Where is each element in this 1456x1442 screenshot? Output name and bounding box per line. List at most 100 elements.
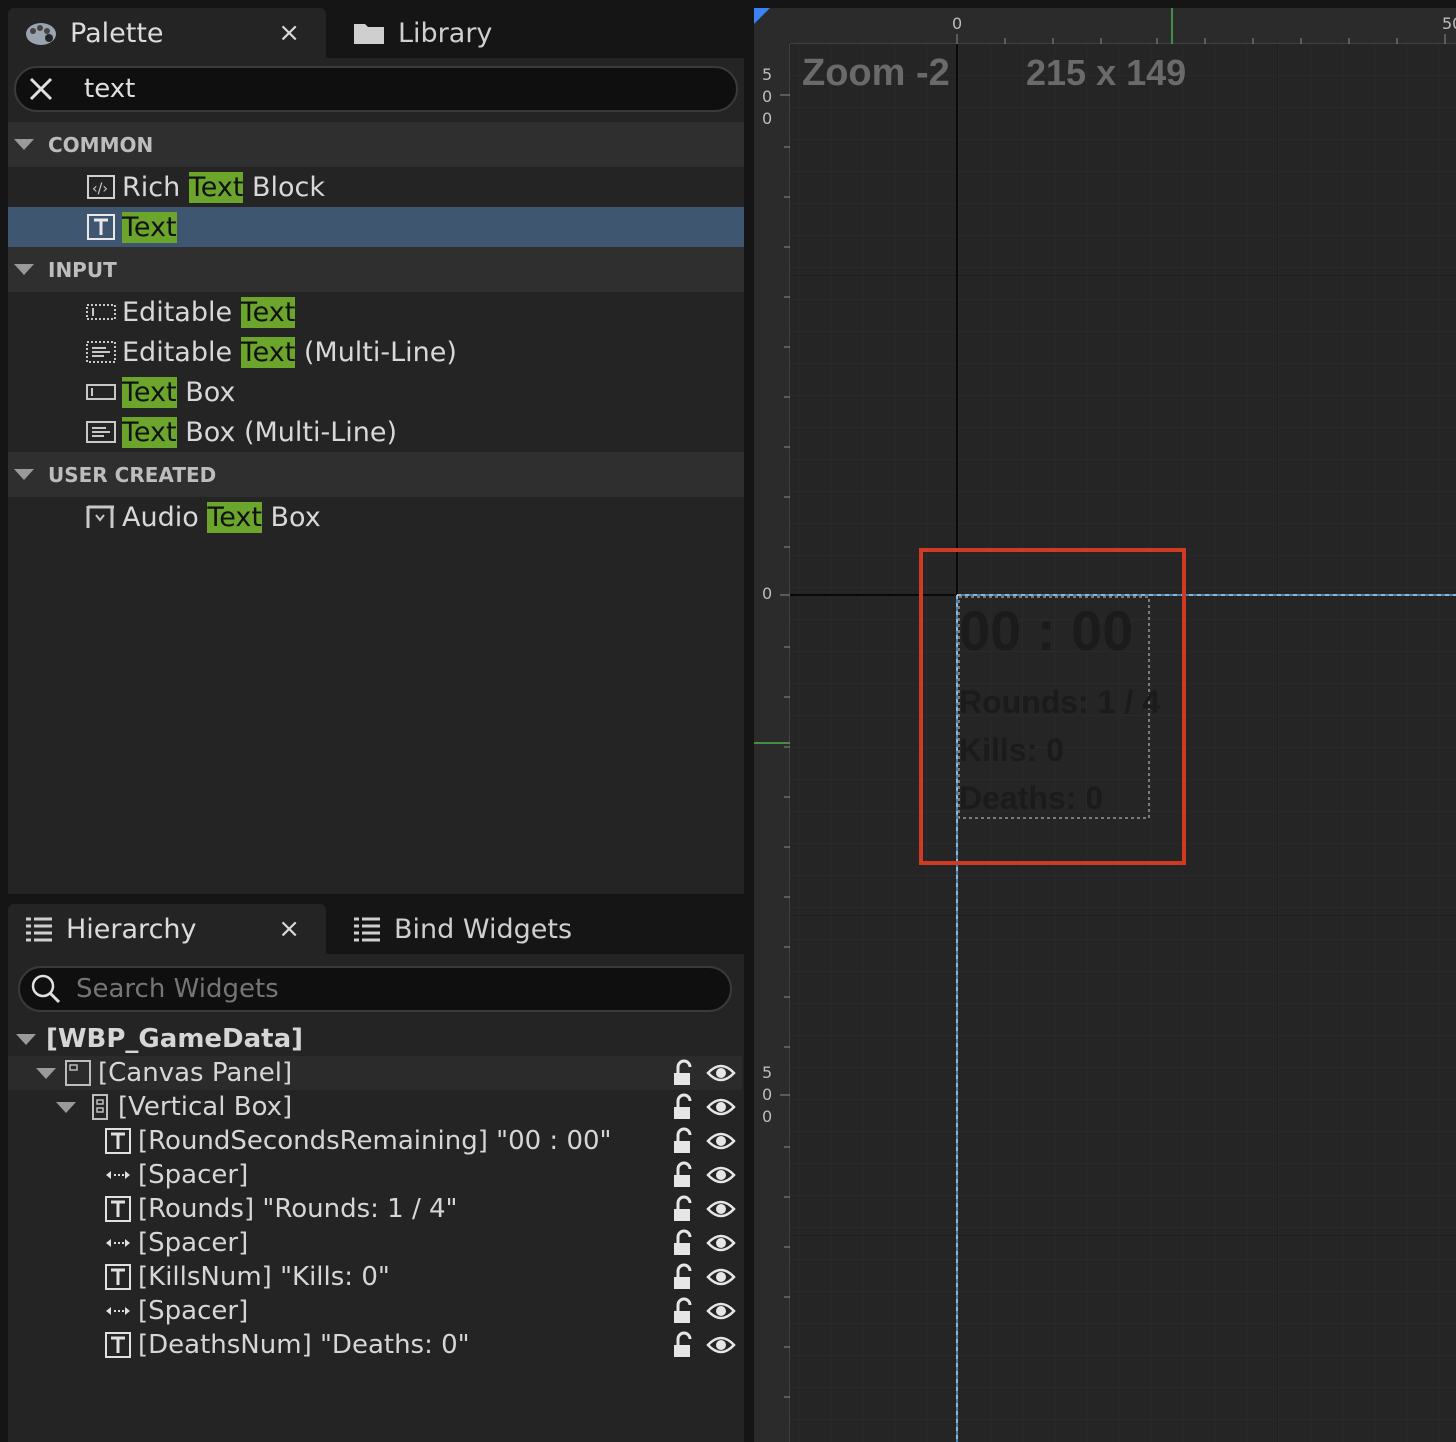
tab-hierarchy[interactable]: Hierarchy × — [8, 904, 326, 954]
designer-canvas[interactable]: 0 50 — [754, 8, 1456, 1442]
folder-icon — [354, 24, 384, 44]
eye-icon[interactable] — [706, 1197, 736, 1221]
tree-row-root[interactable]: [WBP_GameData] — [8, 1022, 742, 1056]
palette-tabbar: Palette × Library — [0, 0, 752, 60]
palette-item-rich-text-block[interactable]: ‹/› Rich Text Block — [8, 167, 744, 207]
tree-row-kills[interactable]: [KillsNum] "Kills: 0" — [8, 1260, 742, 1294]
left-column: Palette × Library text COMMON ‹/› Rich T… — [0, 0, 752, 1442]
tree-row-label: [Spacer] — [138, 1160, 249, 1190]
audio-text-box-icon — [86, 505, 114, 528]
tree-row-round-seconds[interactable]: [RoundSecondsRemaining] "00 : 00" — [8, 1124, 742, 1158]
close-icon[interactable]: × — [278, 914, 300, 944]
unlock-icon[interactable] — [670, 1161, 696, 1189]
vertical-box-icon — [92, 1094, 108, 1120]
ruler-top-label: 50 — [1442, 14, 1456, 33]
preview-kills[interactable]: Kills: 0 — [959, 732, 1064, 769]
text-icon — [105, 1264, 131, 1290]
rich-text-icon: ‹/› — [87, 175, 115, 199]
tree-row-deaths[interactable]: [DeathsNum] "Deaths: 0" — [8, 1328, 742, 1362]
tree-row-label: [Vertical Box] — [118, 1092, 293, 1122]
editable-text-icon — [86, 304, 116, 320]
unlock-icon[interactable] — [670, 1229, 696, 1257]
bind-widgets-icon — [354, 917, 380, 942]
category-common[interactable]: COMMON — [8, 122, 744, 167]
ruler-top: 0 50 — [790, 8, 1456, 44]
spacer-icon — [106, 1307, 130, 1315]
tree-row-label: [KillsNum] "Kills: 0" — [138, 1262, 390, 1292]
eye-icon[interactable] — [706, 1061, 736, 1085]
canvas-panel-icon — [65, 1060, 91, 1086]
palette-item-editable-text-multiline[interactable]: Editable Text (Multi-Line) — [8, 332, 744, 372]
eye-icon[interactable] — [706, 1265, 736, 1289]
tree-row-label: [DeathsNum] "Deaths: 0" — [138, 1330, 470, 1360]
unlock-icon[interactable] — [670, 1195, 696, 1223]
chevron-down-icon[interactable] — [36, 1068, 56, 1079]
chevron-down-icon[interactable] — [14, 264, 34, 275]
search-widgets-input[interactable] — [18, 966, 732, 1012]
palette-item-editable-text[interactable]: Editable Text — [8, 292, 744, 332]
preview-deaths[interactable]: Deaths: 0 — [959, 780, 1103, 817]
tab-palette[interactable]: Palette × — [8, 8, 326, 58]
unlock-icon[interactable] — [670, 1331, 696, 1359]
tab-bind-widgets[interactable]: Bind Widgets — [336, 904, 572, 954]
category-user-created[interactable]: USER CREATED — [8, 452, 744, 497]
chevron-down-icon[interactable] — [16, 1034, 36, 1045]
tree-row-spacer[interactable]: [Spacer] — [8, 1226, 742, 1260]
text-box-multiline-icon — [86, 421, 116, 443]
chevron-down-icon[interactable] — [56, 1102, 76, 1113]
unlock-icon[interactable] — [670, 1093, 696, 1121]
tree-row-spacer[interactable]: [Spacer] — [8, 1294, 742, 1328]
palette-search-value: text — [84, 74, 136, 104]
preview-rounds[interactable]: Rounds: 1 / 4 — [959, 684, 1160, 721]
preview-round-seconds[interactable]: 00 : 00 — [959, 598, 1133, 663]
eye-icon[interactable] — [706, 1333, 736, 1357]
ruler-corner — [754, 8, 790, 44]
palette-item-audio-text-box[interactable]: Audio Text Box — [8, 497, 744, 537]
palette-icon — [26, 23, 56, 45]
tree-row-label: [Canvas Panel] — [98, 1058, 293, 1088]
palette-item-text-box[interactable]: Text Box — [8, 372, 744, 412]
spacer-icon — [106, 1239, 130, 1247]
tree-row-vertical-box[interactable]: [Vertical Box] — [8, 1090, 742, 1124]
palette-item-text[interactable]: Text — [8, 207, 744, 247]
search-match: Text — [122, 211, 177, 243]
tree-row-label: [RoundSecondsRemaining] "00 : 00" — [138, 1126, 612, 1156]
canvas-grid — [790, 44, 1456, 1442]
unlock-icon[interactable] — [670, 1263, 696, 1291]
search-match: Text — [207, 501, 262, 533]
close-icon[interactable]: × — [278, 18, 300, 48]
eye-icon[interactable] — [706, 1129, 736, 1153]
ruler-left-ticks — [754, 94, 790, 1398]
chevron-down-icon[interactable] — [14, 469, 34, 480]
tree-row-label: [Spacer] — [138, 1228, 249, 1258]
text-block-icon — [87, 214, 115, 240]
zoom-level-label: Zoom -2 — [802, 52, 950, 94]
eye-icon[interactable] — [706, 1299, 736, 1323]
unlock-icon[interactable] — [670, 1297, 696, 1325]
item-text-post: Box — [176, 376, 236, 408]
tree-row-canvas-panel[interactable]: [Canvas Panel] — [8, 1056, 742, 1090]
search-widgets-field[interactable] — [76, 974, 676, 1004]
close-icon[interactable] — [28, 76, 54, 102]
search-match: Text — [240, 336, 296, 368]
tree-row-spacer[interactable]: [Spacer] — [8, 1158, 742, 1192]
tree-row-rounds[interactable]: [Rounds] "Rounds: 1 / 4" — [8, 1192, 742, 1226]
eye-icon[interactable] — [706, 1163, 736, 1187]
item-text-post: (Multi-Line) — [295, 336, 457, 368]
category-input[interactable]: INPUT — [8, 247, 744, 292]
unlock-icon[interactable] — [670, 1059, 696, 1087]
search-match: Text — [122, 416, 177, 448]
palette-item-text-box-multiline[interactable]: Text Box (Multi-Line) — [8, 412, 744, 452]
unlock-icon[interactable] — [670, 1127, 696, 1155]
ruler-left-label: 0 — [762, 584, 773, 603]
ruler-top-ticks — [956, 8, 1446, 44]
eye-icon[interactable] — [706, 1231, 736, 1255]
palette-search-input[interactable]: text — [14, 66, 738, 112]
tab-library[interactable]: Library — [336, 8, 492, 58]
palette-panel: text COMMON ‹/› Rich Text Block Text INP… — [8, 58, 744, 894]
eye-icon[interactable] — [706, 1095, 736, 1119]
item-text-post: Box (Multi-Line) — [176, 416, 398, 448]
chevron-down-icon[interactable] — [14, 139, 34, 150]
spacer-icon — [106, 1171, 130, 1179]
tree-root-label: [WBP_GameData] — [46, 1024, 304, 1054]
